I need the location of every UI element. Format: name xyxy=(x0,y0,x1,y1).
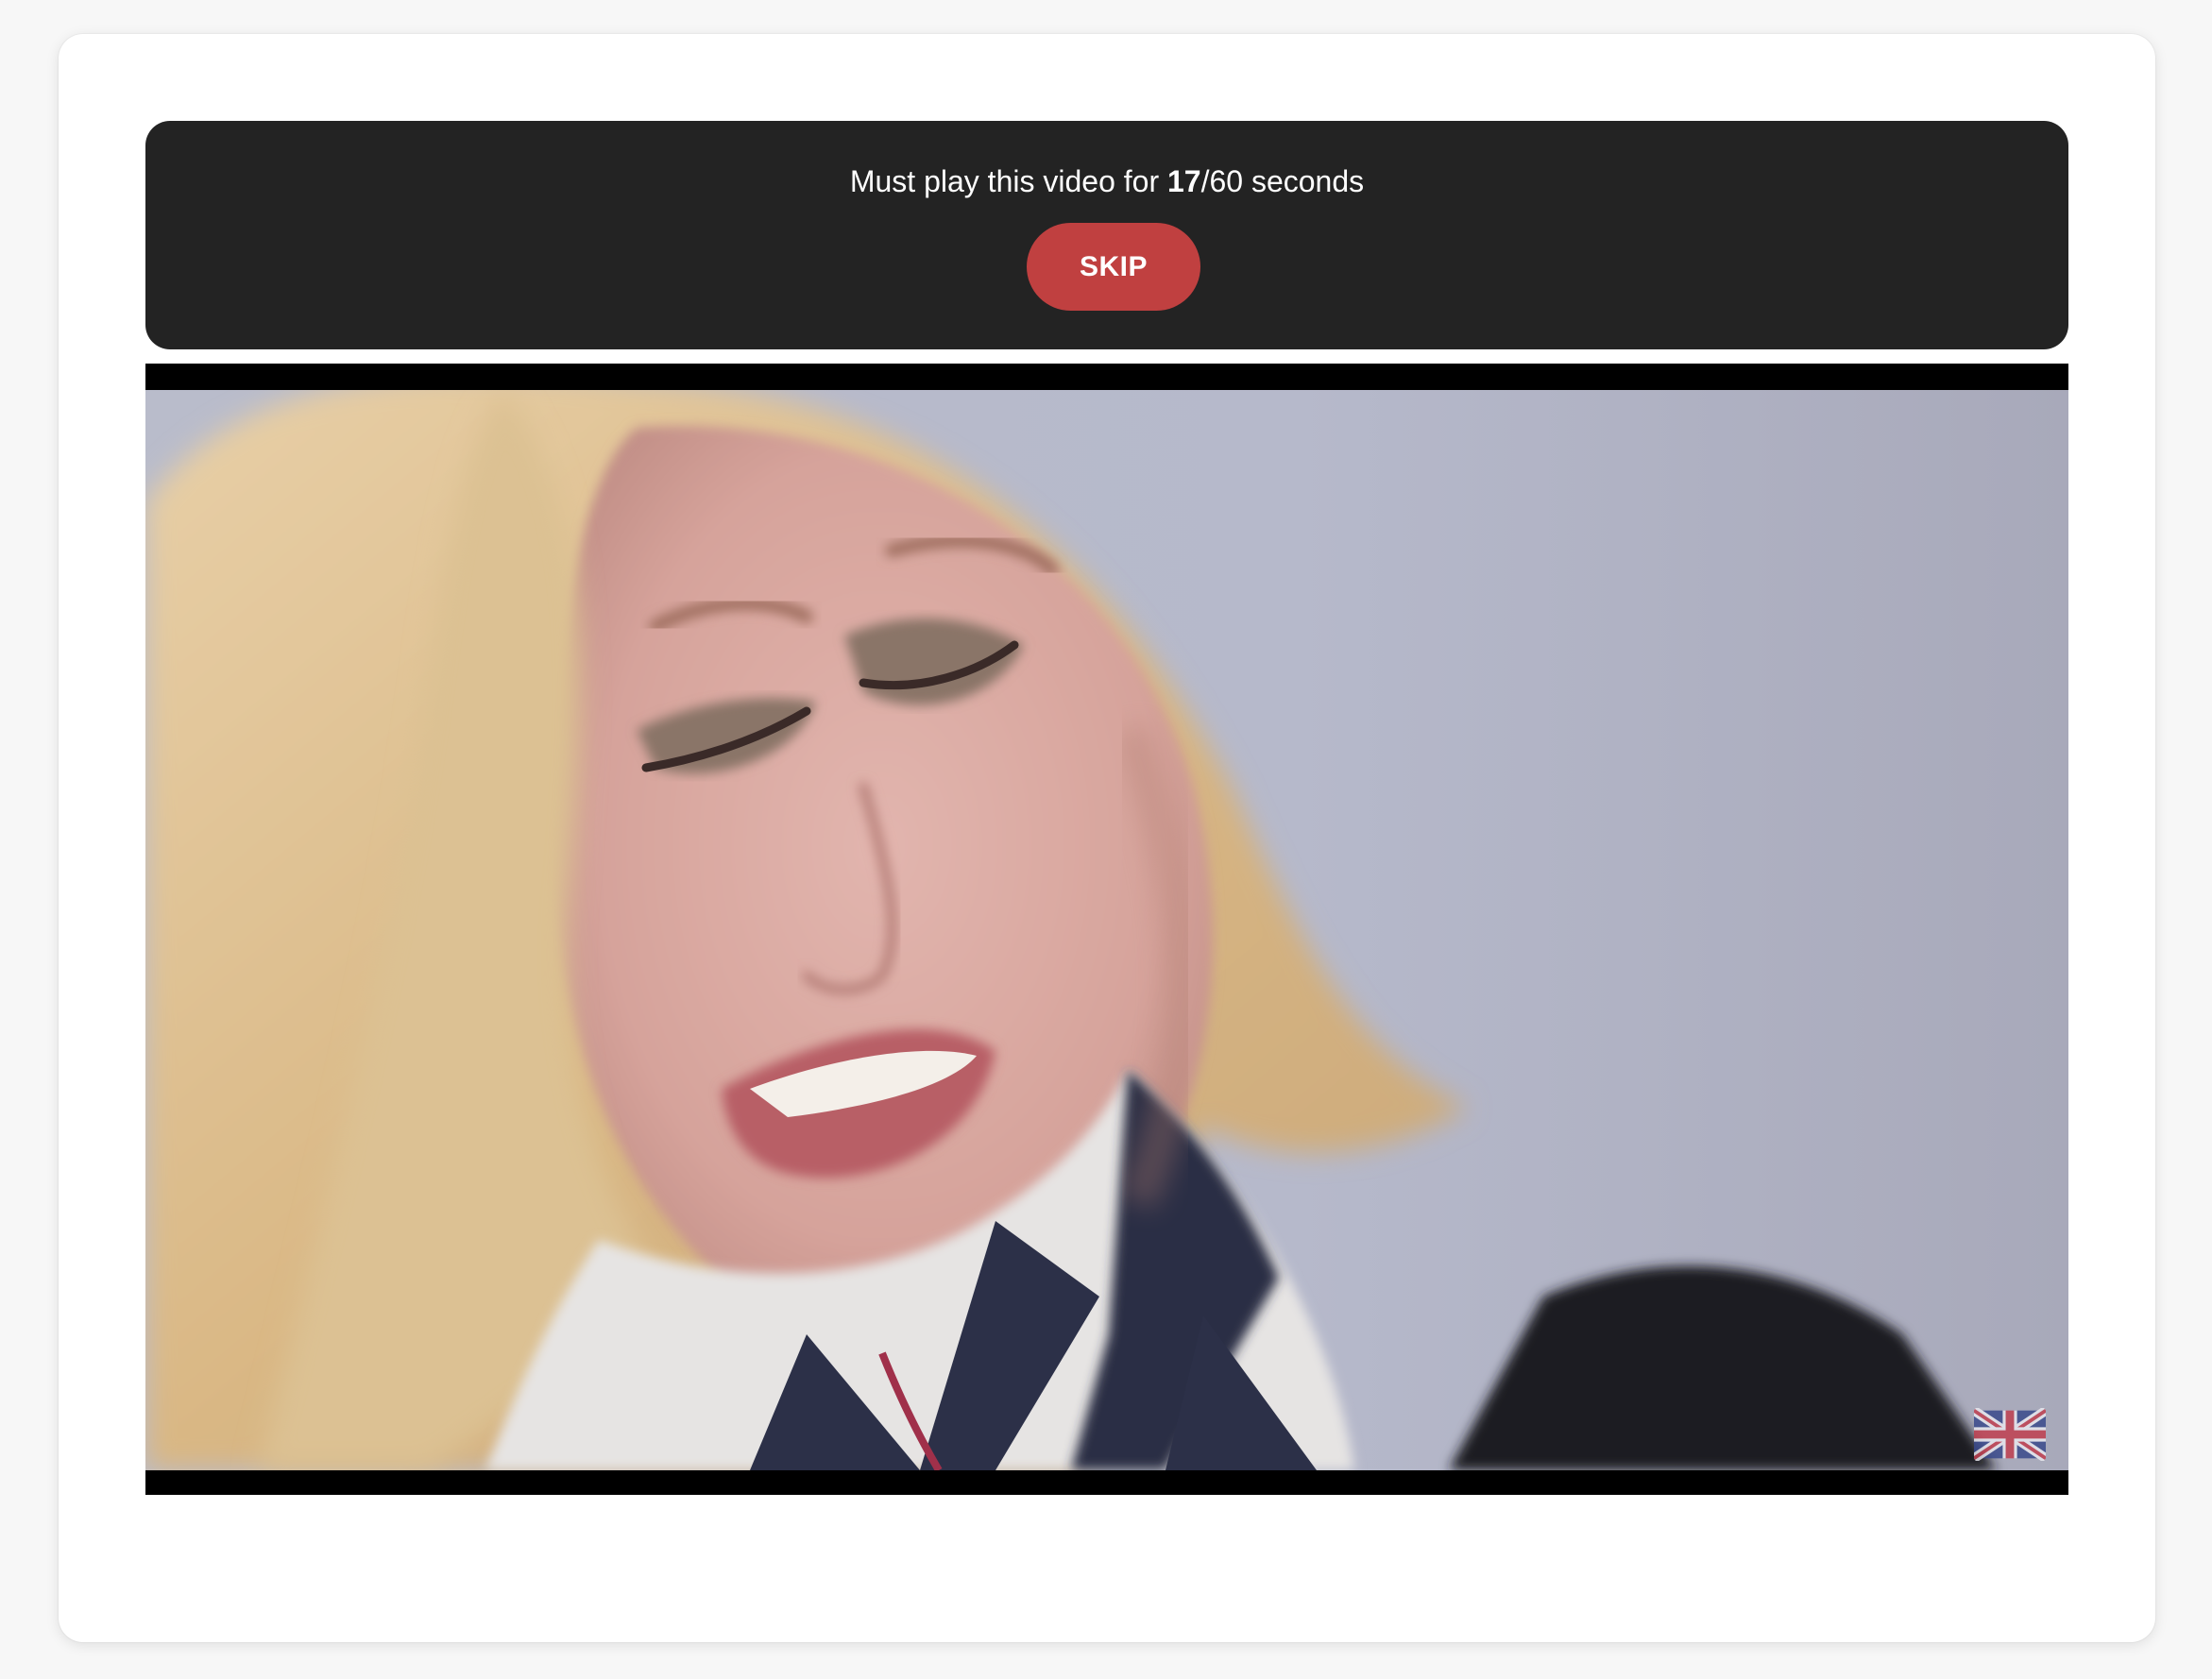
skip-button[interactable]: SKIP xyxy=(1027,223,1200,311)
video-player[interactable] xyxy=(145,364,2068,1495)
watch-requirement-suffix: /60 seconds xyxy=(1200,164,1365,198)
watch-requirement-prefix: Must play this video for xyxy=(849,164,1167,198)
video-frame xyxy=(145,390,2068,1470)
video-still-image xyxy=(145,390,2068,1470)
watch-requirement-text: Must play this video for 17/60 seconds xyxy=(145,161,2068,202)
elapsed-seconds: 17 xyxy=(1166,164,1201,198)
ad-card: Must play this video for 17/60 seconds S… xyxy=(59,34,2155,1642)
ad-timer-banner: Must play this video for 17/60 seconds S… xyxy=(145,121,2068,349)
uk-flag-icon xyxy=(1974,1408,2046,1461)
